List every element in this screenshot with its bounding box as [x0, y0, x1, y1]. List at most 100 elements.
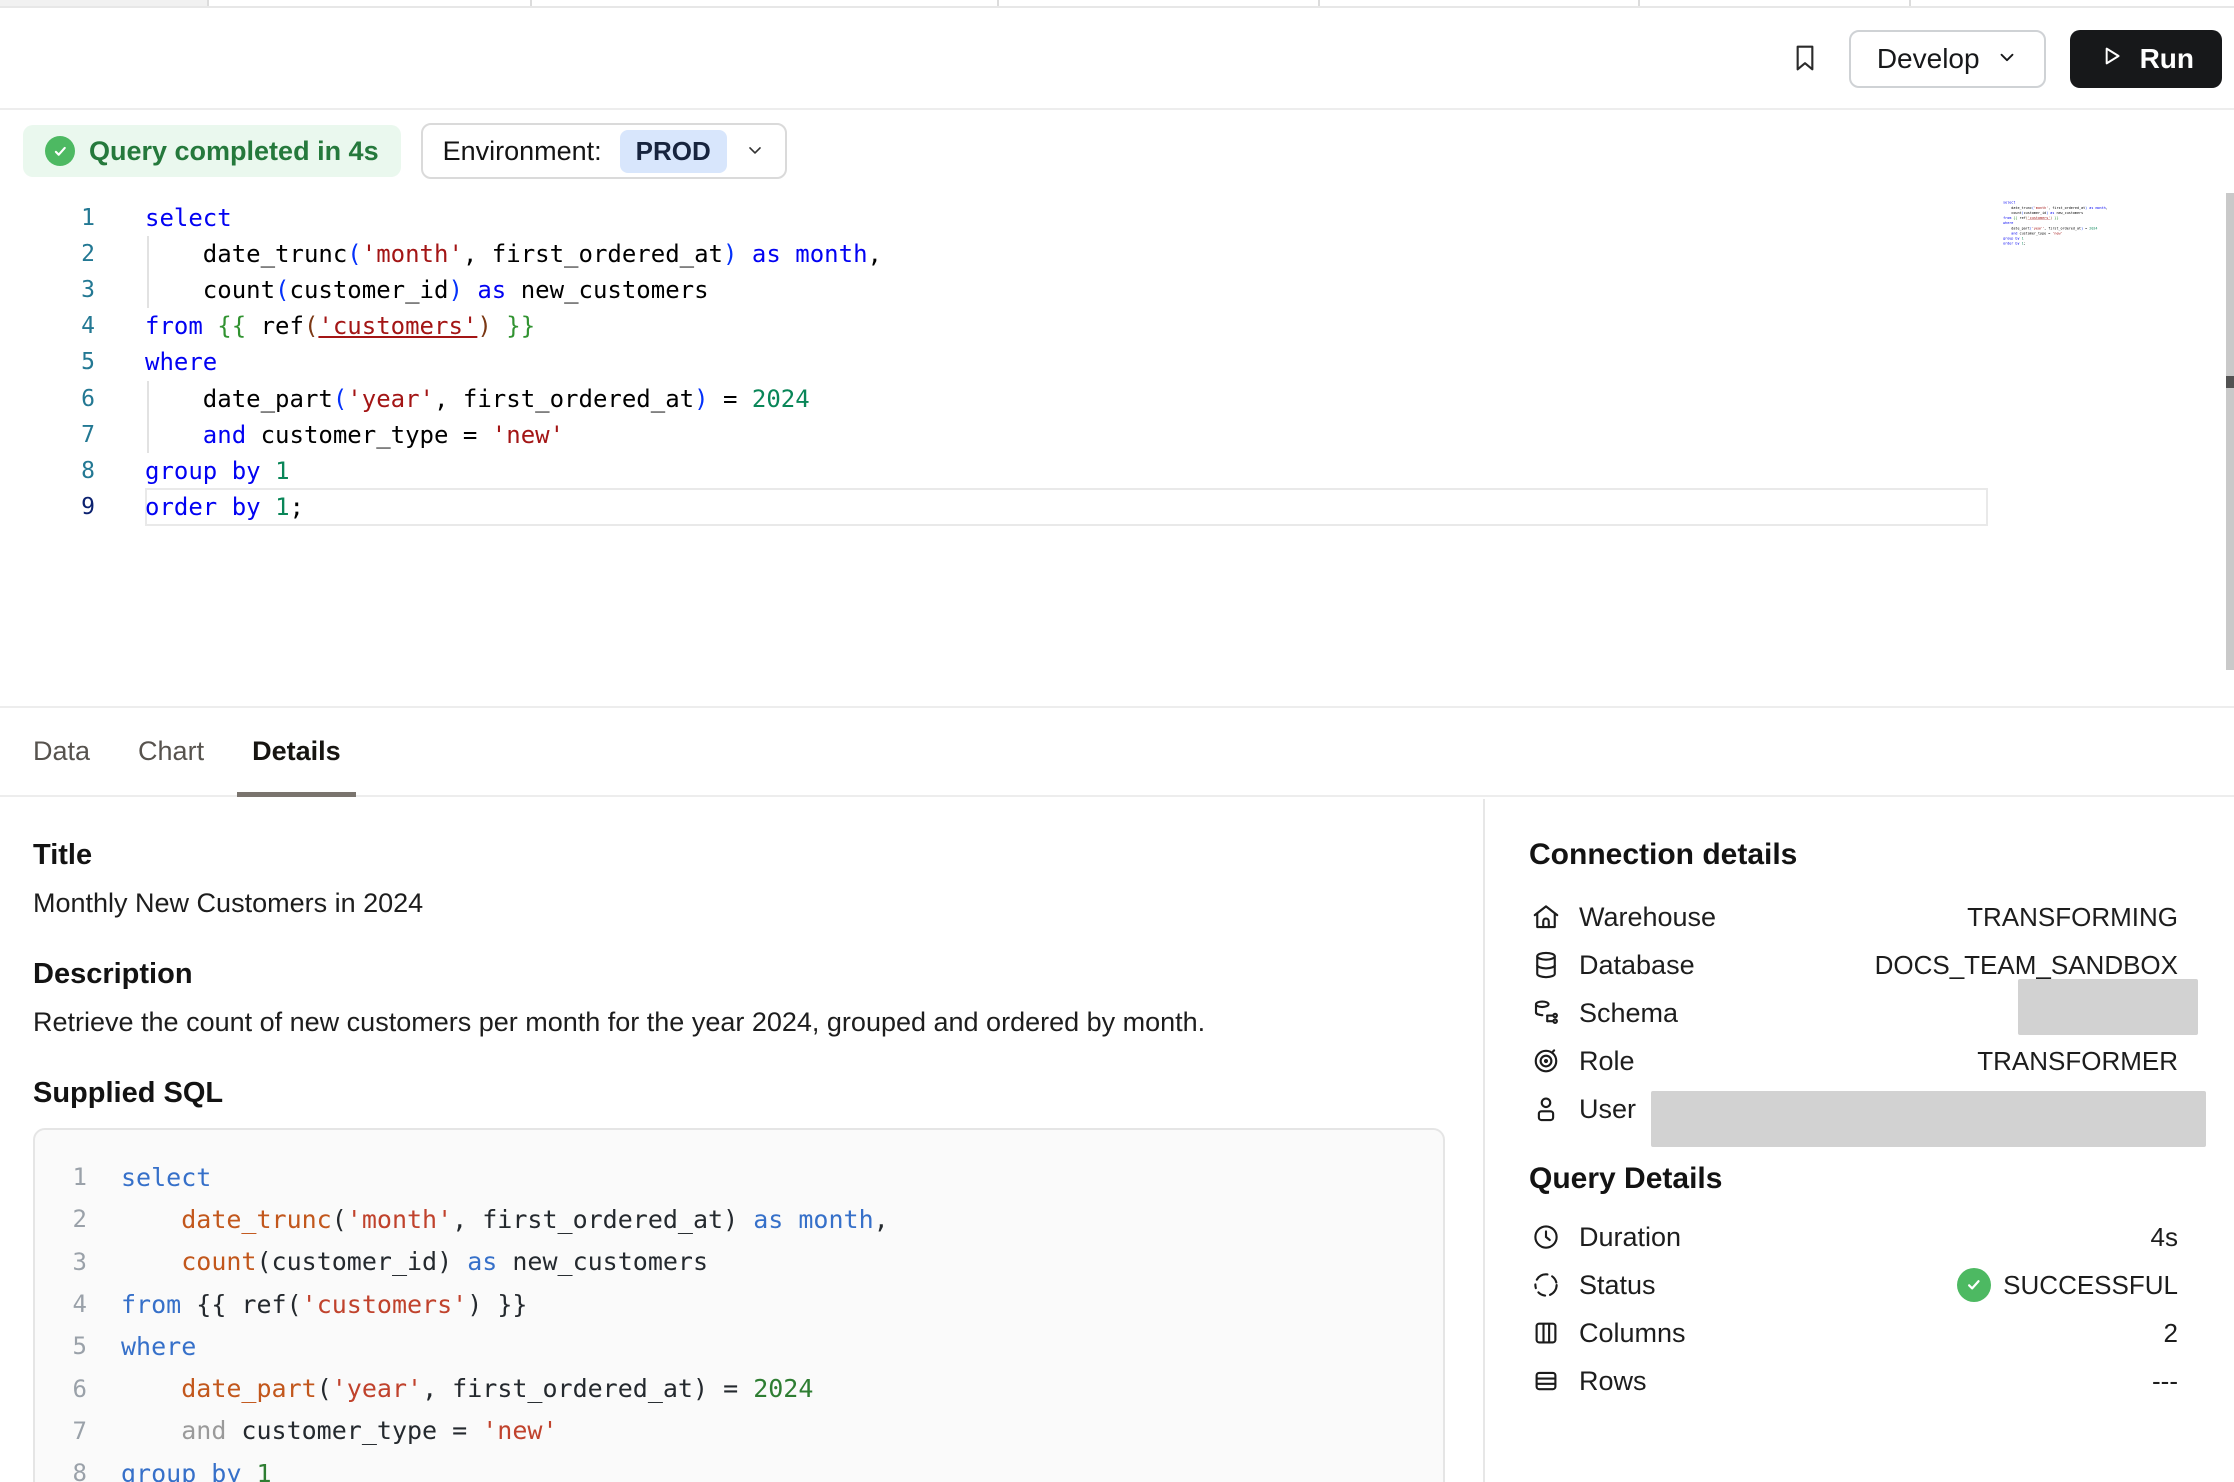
status-icon — [1529, 1268, 1563, 1302]
line-number: 3 — [0, 277, 95, 303]
environment-select[interactable]: Environment: PROD — [421, 123, 787, 179]
query-detail-rows: Duration 4s Status SUCCESSFUL Columns 2 Rows --… — [1529, 1213, 2178, 1405]
connection-row-schema: Schema — [1529, 989, 2178, 1037]
row-value-text: TRANSFORMING — [1967, 902, 2178, 933]
schema-icon — [1529, 996, 1563, 1030]
clock-icon — [1529, 1220, 1563, 1254]
code-line: 3 count(customer_id) as new_customers — [0, 272, 2234, 308]
row-value: 4s — [2151, 1222, 2178, 1253]
chevron-down-icon — [745, 136, 765, 167]
row-label: Duration — [1579, 1222, 1681, 1253]
ide-window: Develop Run Query completed in 4s Enviro… — [0, 0, 2234, 1482]
environment-value-badge: PROD — [620, 130, 727, 173]
file-tab-separator — [1318, 0, 1320, 6]
code-line: 9order by 1; — [0, 489, 2234, 525]
warehouse-icon — [1529, 900, 1563, 934]
line-number: 1 — [35, 1163, 87, 1191]
query-details-row-duration: Duration 4s — [1529, 1213, 2178, 1261]
query-status-text: Query completed in 4s — [89, 136, 379, 167]
file-tab-separator — [530, 0, 532, 6]
query-details-row-status: Status SUCCESSFUL — [1529, 1261, 2178, 1309]
check-circle-icon — [1957, 1268, 1991, 1302]
code-line: 3 count(customer_id) as new_customers — [35, 1241, 1443, 1283]
bookmark-icon — [1789, 42, 1821, 77]
bookmark-button[interactable] — [1783, 36, 1827, 83]
columns-icon — [1529, 1316, 1563, 1350]
connection-details-heading: Connection details — [1529, 837, 2178, 873]
line-number: 4 — [35, 1290, 87, 1318]
row-value: 2 — [2164, 1318, 2178, 1349]
row-value: TRANSFORMING — [1967, 902, 2178, 933]
row-label: Status — [1579, 1270, 1656, 1301]
sql-editor[interactable]: 1select2 date_trunc('month', first_order… — [0, 190, 2234, 706]
play-icon — [2098, 43, 2124, 76]
row-label: Database — [1579, 950, 1695, 981]
environment-label: Environment: — [443, 136, 602, 167]
row-value: TRANSFORMER — [1977, 1046, 2178, 1077]
develop-button-label: Develop — [1877, 43, 1980, 75]
tab-data[interactable]: Data — [33, 708, 90, 795]
file-tab-separator — [997, 0, 999, 6]
code-line: 5where — [0, 344, 2234, 380]
row-label: Role — [1579, 1046, 1635, 1077]
file-tab-strip — [0, 0, 2234, 8]
redacted-value — [1651, 1091, 2206, 1147]
line-number: 6 — [0, 386, 95, 412]
query-details-heading: Query Details — [1529, 1161, 2178, 1197]
row-value: SUCCESSFUL — [1957, 1268, 2178, 1302]
row-label: Columns — [1579, 1318, 1686, 1349]
row-label: User — [1579, 1094, 1636, 1125]
line-number: 1 — [0, 205, 95, 231]
role-icon — [1529, 1044, 1563, 1078]
file-tab-active-segment[interactable] — [0, 0, 207, 6]
code-line: 2 date_trunc('month', first_ordered_at) … — [0, 236, 2234, 272]
row-value-text: SUCCESSFUL — [2003, 1270, 2178, 1301]
line-number: 2 — [0, 241, 95, 267]
code-line: 2 date_trunc('month', first_ordered_at) … — [35, 1198, 1443, 1240]
tab-details[interactable]: Details — [252, 708, 341, 795]
code-line: 7 and customer_type = 'new' — [0, 417, 2234, 453]
redacted-value — [2018, 979, 2198, 1035]
row-label: Rows — [1579, 1366, 1647, 1397]
details-sidepanel: Connection details Warehouse TRANSFORMING… — [1483, 799, 2234, 1482]
query-details-row-columns: Columns 2 — [1529, 1309, 2178, 1357]
check-circle-icon — [45, 136, 75, 166]
connection-row-role: Role TRANSFORMER — [1529, 1037, 2178, 1085]
database-icon — [1529, 948, 1563, 982]
line-number: 4 — [0, 313, 95, 339]
row-value-text: DOCS_TEAM_SANDBOX — [1875, 950, 2178, 981]
code-line: 1select — [35, 1156, 1443, 1198]
code-line: 5where — [35, 1325, 1443, 1367]
description-value: Retrieve the count of new customers per … — [33, 1006, 1444, 1039]
file-tab-separator — [1909, 0, 1911, 6]
title-heading: Title — [33, 839, 1444, 872]
run-button-label: Run — [2140, 43, 2194, 75]
line-number: 3 — [35, 1248, 87, 1276]
row-value: DOCS_TEAM_SANDBOX — [1875, 950, 2178, 981]
connection-row-warehouse: Warehouse TRANSFORMING — [1529, 893, 2178, 941]
line-number: 6 — [35, 1375, 87, 1403]
line-number: 8 — [35, 1459, 87, 1482]
row-value: --- — [2152, 1366, 2178, 1397]
details-content: Title Monthly New Customers in 2024 Desc… — [0, 799, 2234, 1482]
tab-chart[interactable]: Chart — [138, 708, 204, 795]
details-main: Title Monthly New Customers in 2024 Desc… — [0, 799, 1483, 1482]
row-value-text: 2 — [2164, 1318, 2178, 1349]
row-label: Warehouse — [1579, 902, 1716, 933]
run-button[interactable]: Run — [2070, 30, 2222, 88]
query-details-row-rows: Rows --- — [1529, 1357, 2178, 1405]
develop-button[interactable]: Develop — [1849, 30, 2046, 88]
chevron-down-icon — [1996, 43, 2018, 75]
connection-rows: Warehouse TRANSFORMING Database DOCS_TEAM_S… — [1529, 893, 2178, 1133]
line-number: 5 — [0, 349, 95, 375]
query-status-row: Query completed in 4s Environment: PROD — [0, 112, 2234, 190]
line-number: 7 — [35, 1417, 87, 1445]
code-line: 6 date_part('year', first_ordered_at) = … — [35, 1367, 1443, 1409]
file-tab-separator — [207, 0, 209, 6]
supplied-sql-code: 1select2 date_trunc('month', first_order… — [33, 1128, 1445, 1482]
code-line: 8group by 1 — [35, 1452, 1443, 1482]
line-number: 7 — [0, 422, 95, 448]
supplied-sql-heading: Supplied SQL — [33, 1077, 1444, 1110]
results-tabbar: Data Chart Details — [0, 706, 2234, 797]
row-value-text: TRANSFORMER — [1977, 1046, 2178, 1077]
